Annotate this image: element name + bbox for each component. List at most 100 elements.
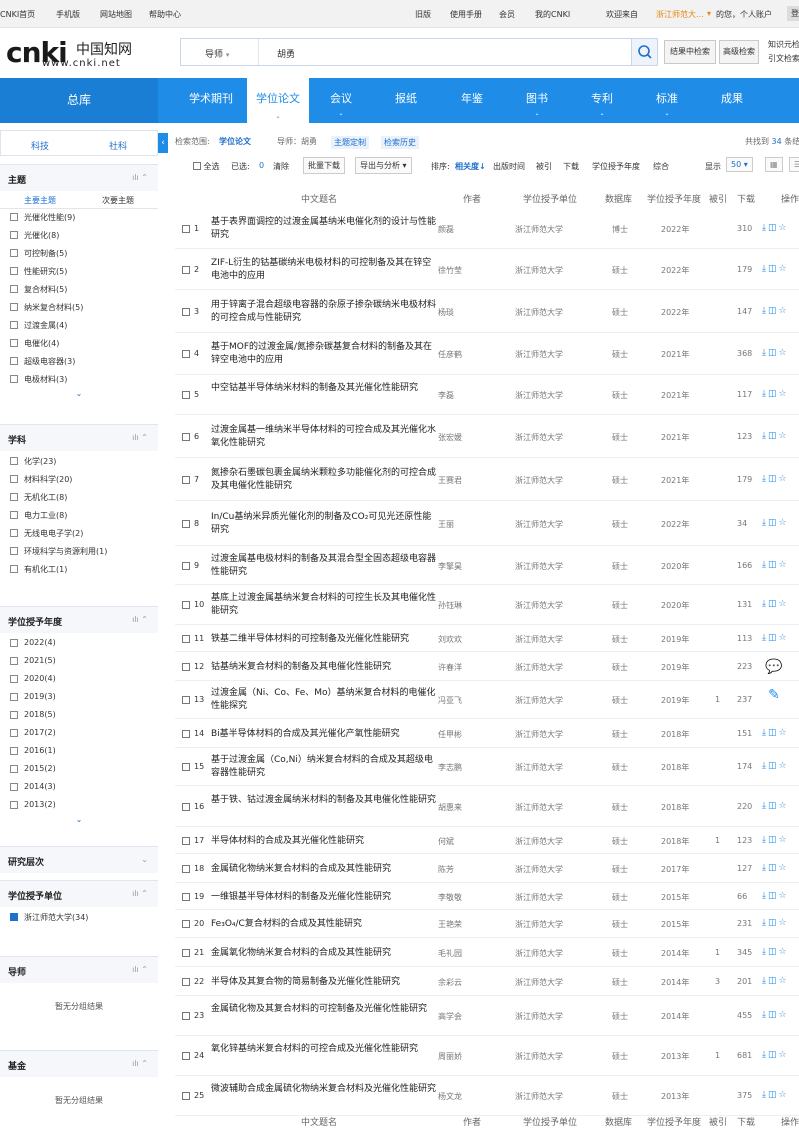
favorite-icon[interactable]: ☆	[779, 560, 789, 570]
expand-more-icon[interactable]: ⌄	[0, 815, 158, 831]
read-icon[interactable]: ◫	[768, 1090, 779, 1100]
row-checkbox[interactable]	[182, 920, 190, 928]
panel-header[interactable]: 主题 ılı ⌃	[0, 165, 158, 191]
chart-collapse-icon[interactable]: ılı ⌃	[132, 1059, 148, 1068]
unit-link[interactable]: 浙江师范大学	[515, 432, 563, 443]
author-link[interactable]: 陈芳	[438, 864, 454, 875]
tab-primary-topic[interactable]: 主要主题	[24, 195, 56, 206]
unit-link[interactable]: 浙江师范大学	[515, 600, 563, 611]
author-link[interactable]: 孙钰琳	[438, 600, 462, 611]
checkbox[interactable]	[10, 693, 18, 701]
paper-title-link[interactable]: 金属硫化物纳米复合材料的合成及其性能研究	[211, 863, 439, 876]
read-icon[interactable]: ◫	[768, 599, 779, 609]
paper-title-link[interactable]: Bi基半导体材料的合成及其光催化产氧性能研究	[211, 728, 439, 741]
tab-sci-tech[interactable]: 科技	[31, 139, 49, 152]
paper-title-link[interactable]: 基底上过渡金属基纳米复合材料的可控生长及其电催化性能研究	[211, 592, 439, 618]
favorite-icon[interactable]: ☆	[779, 1050, 789, 1060]
checkbox[interactable]	[10, 339, 18, 347]
read-icon[interactable]: ◫	[768, 947, 779, 957]
search-history-button[interactable]: 检索历史	[381, 136, 419, 149]
read-icon[interactable]: ◫	[768, 560, 779, 570]
link-member[interactable]: 会员	[499, 9, 515, 20]
chart-collapse-icon[interactable]: ılı ⌃	[132, 965, 148, 974]
grid-view-icon[interactable]: ▦	[765, 157, 783, 172]
read-icon[interactable]: ◫	[768, 1050, 779, 1060]
paper-title-link[interactable]: 氮掺杂石墨碳包裹金属纳米颗粒多功能催化剂的可控合成及其电催化性能研究	[211, 467, 439, 493]
checkbox[interactable]	[10, 267, 18, 275]
checkbox[interactable]	[10, 765, 18, 773]
filter-option[interactable]: 光催化性能(9)	[0, 209, 158, 227]
panel-header[interactable]: 学位授予单位 ılı ⌃	[0, 881, 158, 907]
favorite-icon[interactable]: ☆	[779, 918, 789, 928]
row-checkbox[interactable]	[182, 730, 190, 738]
filter-option[interactable]: 光催化(8)	[0, 227, 158, 245]
filter-option[interactable]: 纳米复合材料(5)	[0, 299, 158, 317]
chevron-down-icon[interactable]: ⌄	[141, 855, 148, 864]
link-mobile[interactable]: 手机版	[56, 9, 80, 20]
login-button[interactable]: 登	[787, 6, 799, 21]
paper-title-link[interactable]: 基于表界面调控的过渡金属基纳米电催化剂的设计与性能研究	[211, 216, 439, 242]
row-checkbox[interactable]	[182, 266, 190, 274]
chart-collapse-icon[interactable]: ılı ⌃	[132, 433, 148, 442]
expand-more-icon[interactable]: ⌄	[0, 389, 158, 405]
read-icon[interactable]: ◫	[768, 728, 779, 738]
filter-option[interactable]: 电催化(4)	[0, 335, 158, 353]
row-checkbox[interactable]	[182, 433, 190, 441]
read-icon[interactable]: ◫	[768, 264, 779, 274]
checkbox[interactable]	[10, 675, 18, 683]
author-link[interactable]: 刘欢欢	[438, 634, 462, 645]
author-link[interactable]: 李磊	[438, 390, 454, 401]
row-checkbox[interactable]	[182, 308, 190, 316]
favorite-icon[interactable]: ☆	[779, 306, 789, 316]
author-link[interactable]: 冯亚飞	[438, 695, 462, 706]
citation-count[interactable]: 1	[715, 695, 720, 704]
citation-count[interactable]: 3	[715, 977, 720, 986]
sort-time[interactable]: 出版时间	[493, 161, 525, 172]
checkbox[interactable]	[10, 729, 18, 737]
filter-option[interactable]: 电力工业(8)	[0, 507, 158, 525]
row-checkbox[interactable]	[182, 803, 190, 811]
tab-journals[interactable]: 学术期刊	[183, 78, 239, 123]
checkbox[interactable]	[10, 511, 18, 519]
author-link[interactable]: 徐竹莹	[438, 265, 462, 276]
citation-search-link[interactable]: 引文检索	[768, 52, 799, 66]
row-checkbox[interactable]	[182, 763, 190, 771]
read-icon[interactable]: ◫	[768, 474, 779, 484]
favorite-icon[interactable]: ☆	[779, 431, 789, 441]
paper-title-link[interactable]: 金属氧化物纳米复合材料的合成及其性能研究	[211, 947, 439, 960]
edit-note-icon[interactable]: ✎	[760, 682, 788, 708]
author-link[interactable]: 王丽	[438, 519, 454, 530]
favorite-icon[interactable]: ☆	[779, 863, 789, 873]
link-manual[interactable]: 使用手册	[450, 9, 482, 20]
author-link[interactable]: 胡惠来	[438, 802, 462, 813]
author-link[interactable]: 张宏媛	[438, 432, 462, 443]
paper-title-link[interactable]: 半导体及其复合物的简易制备及光催化性能研究	[211, 976, 439, 989]
favorite-icon[interactable]: ☆	[779, 1090, 789, 1100]
checkbox[interactable]	[10, 529, 18, 537]
filter-option[interactable]: 2021(5)	[0, 653, 158, 671]
paper-title-link[interactable]: 微波辅助合成金属硫化物纳米复合材料及光催化性能研究	[211, 1083, 439, 1096]
author-link[interactable]: 李擎昊	[438, 561, 462, 572]
author-link[interactable]: 周丽娇	[438, 1051, 462, 1062]
link-help[interactable]: 帮助中心	[149, 9, 181, 20]
paper-title-link[interactable]: 过渡金属基电极材料的制备及其混合型全固态超级电容器性能研究	[211, 553, 439, 579]
favorite-icon[interactable]: ☆	[779, 474, 789, 484]
search-button[interactable]	[631, 39, 657, 65]
read-icon[interactable]: ◫	[768, 223, 779, 233]
favorite-icon[interactable]: ☆	[779, 1010, 789, 1020]
tab-books[interactable]: 图书 ⌄	[511, 78, 563, 123]
filter-option[interactable]: 可控制备(5)	[0, 245, 158, 263]
author-link[interactable]: 任彦鹤	[438, 349, 462, 360]
link-sitemap[interactable]: 网站地图	[100, 9, 132, 20]
link-my-cnki[interactable]: 我的CNKI	[535, 9, 570, 20]
unit-link[interactable]: 浙江师范大学	[515, 634, 563, 645]
author-link[interactable]: 颜磊	[438, 224, 454, 235]
read-icon[interactable]: ◫	[768, 348, 779, 358]
favorite-icon[interactable]: ☆	[779, 976, 789, 986]
export-analysis-button[interactable]: 导出与分析 ▾	[355, 157, 412, 174]
paper-title-link[interactable]: 铁基二维半导体材料的可控制备及光催化性能研究	[211, 633, 439, 646]
unit-link[interactable]: 浙江师范大学	[515, 762, 563, 773]
favorite-icon[interactable]: ☆	[779, 348, 789, 358]
checkbox[interactable]	[10, 801, 18, 809]
unit-link[interactable]: 浙江师范大学	[515, 519, 563, 530]
